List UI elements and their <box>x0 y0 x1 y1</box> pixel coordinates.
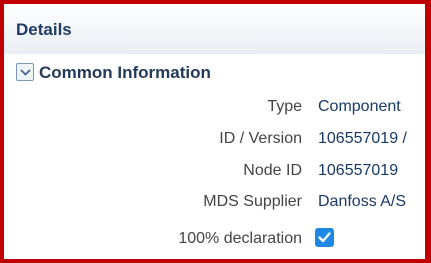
details-header: Details <box>4 4 425 54</box>
details-title: Details <box>16 20 72 39</box>
field-value-type: Component <box>318 98 401 115</box>
field-label-node-id: Node ID <box>243 162 302 179</box>
field-label-mds-supplier: MDS Supplier <box>203 193 302 210</box>
check-icon <box>318 232 331 243</box>
field-value-mds-supplier: Danfoss A/S <box>318 193 407 210</box>
field-label-type: Type <box>267 98 302 115</box>
field-value-node-id: 106557019 <box>318 162 399 179</box>
field-label-declaration: 100% declaration <box>178 230 302 247</box>
field-label-id-version: ID / Version <box>219 130 302 147</box>
declaration-checkbox[interactable] <box>315 228 334 247</box>
section-title-common-information[interactable]: Common Information <box>39 63 211 83</box>
chevron-down-icon[interactable] <box>16 63 34 81</box>
details-panel: Details Common Information Type Componen… <box>4 4 425 259</box>
field-value-id-version: 106557019 / <box>318 130 407 147</box>
